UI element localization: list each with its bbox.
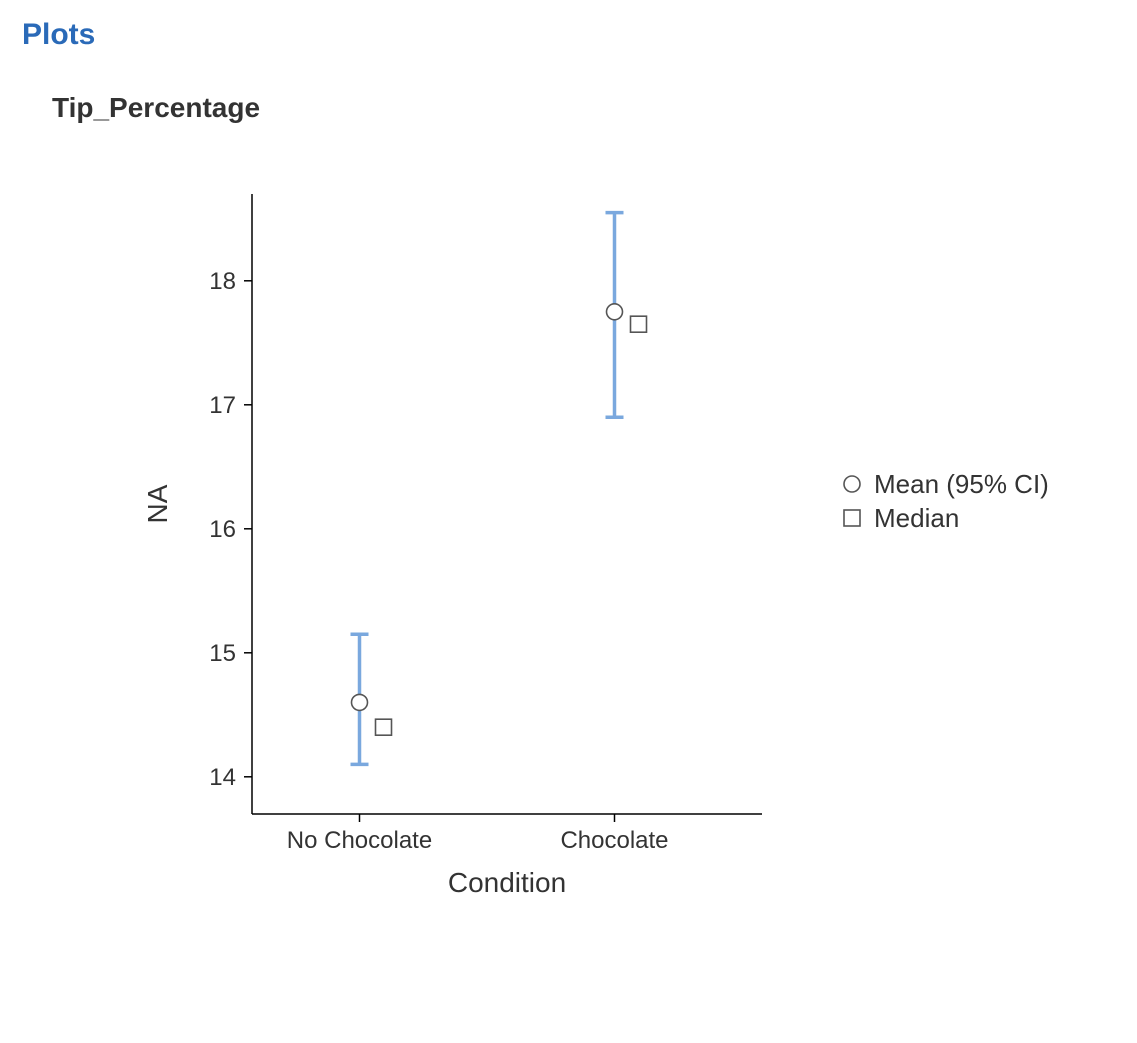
y-tick-label: 16: [209, 516, 236, 543]
legend-median-label: Median: [874, 503, 959, 533]
median-point: [376, 719, 392, 735]
y-axis-label: NA: [142, 484, 173, 523]
chart-area: 14 15 16 17 18 NA No Chocolate Chocolate Conditi…: [22, 144, 1102, 944]
x-tick-label: Chocolate: [560, 827, 668, 854]
x-tick-label: No Chocolate: [287, 827, 432, 854]
legend-median-icon: [844, 510, 860, 526]
mean-point: [607, 304, 623, 320]
y-tick-label: 18: [209, 268, 236, 295]
y-tick-label: 15: [209, 640, 236, 667]
page-root: Plots Tip_Percentage 14 15 16 17 18 NA No Choc…: [0, 0, 1137, 1043]
chart-title: Tip_Percentage: [52, 92, 1115, 124]
section-title: Plots: [22, 18, 1115, 52]
chart-svg: 14 15 16 17 18 NA No Chocolate Chocolate Conditi…: [22, 144, 1102, 944]
mean-point: [352, 694, 368, 710]
legend-mean-label: Mean (95% CI): [874, 469, 1049, 499]
x-axis-label: Condition: [448, 867, 566, 898]
y-tick-label: 14: [209, 764, 236, 791]
median-point: [631, 316, 647, 332]
legend-mean-icon: [844, 476, 860, 492]
y-tick-label: 17: [209, 392, 236, 419]
